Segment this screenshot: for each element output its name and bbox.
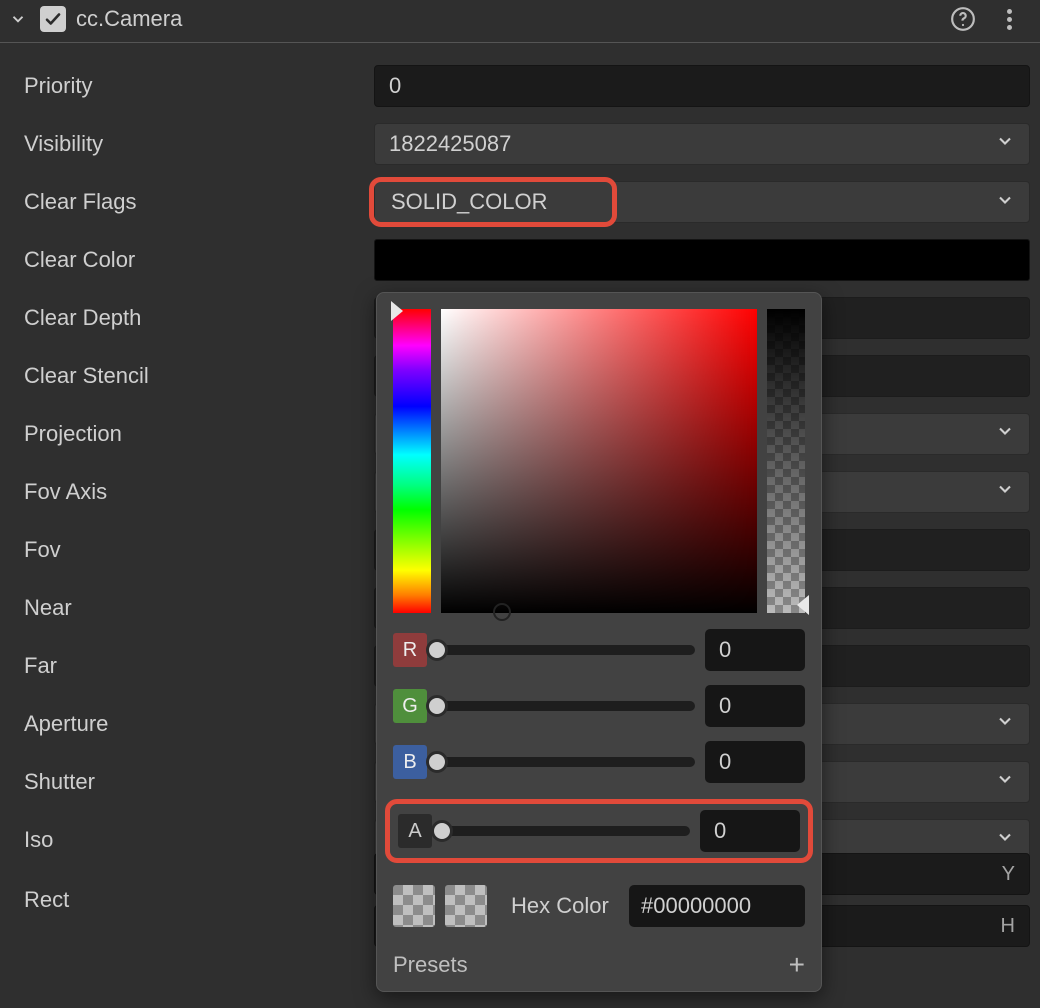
r-value-input[interactable]: 0 bbox=[705, 629, 805, 671]
a-slider[interactable] bbox=[442, 826, 690, 836]
g-slider[interactable] bbox=[437, 701, 695, 711]
priority-label: Priority bbox=[24, 73, 374, 99]
b-chip: B bbox=[393, 745, 427, 779]
visibility-dropdown[interactable]: 1822425087 bbox=[374, 123, 1030, 165]
chevron-down-icon bbox=[995, 479, 1015, 505]
chevron-down-icon bbox=[995, 190, 1015, 215]
shutter-label: Shutter bbox=[24, 769, 374, 795]
aperture-label: Aperture bbox=[24, 711, 374, 737]
collapse-chevron-icon[interactable] bbox=[6, 10, 30, 28]
more-menu-icon[interactable] bbox=[996, 6, 1022, 32]
visibility-value: 1822425087 bbox=[389, 131, 511, 157]
priority-input[interactable]: 0 bbox=[374, 65, 1030, 107]
presets-label: Presets bbox=[393, 952, 468, 978]
clearstencil-label: Clear Stencil bbox=[24, 363, 374, 389]
g-chip: G bbox=[393, 689, 427, 723]
far-label: Far bbox=[24, 653, 374, 679]
chevron-down-icon bbox=[995, 421, 1015, 447]
slider-thumb-icon bbox=[426, 751, 448, 773]
fovaxis-label: Fov Axis bbox=[24, 479, 374, 505]
clearflags-value: SOLID_COLOR bbox=[391, 189, 548, 215]
rect-label: Rect bbox=[24, 887, 374, 913]
cleardepth-label: Clear Depth bbox=[24, 305, 374, 331]
g-value: 0 bbox=[719, 693, 731, 719]
r-value: 0 bbox=[719, 637, 731, 663]
rect-h-suffix: H bbox=[1001, 915, 1015, 938]
add-preset-button[interactable]: + bbox=[789, 949, 805, 981]
rect-y-suffix: Y bbox=[1002, 863, 1015, 886]
chevron-down-icon bbox=[995, 131, 1015, 157]
b-slider[interactable] bbox=[437, 757, 695, 767]
r-slider[interactable] bbox=[437, 645, 695, 655]
chevron-down-icon bbox=[995, 711, 1015, 737]
current-color-swatch bbox=[393, 885, 435, 927]
alpha-pointer-icon bbox=[797, 595, 809, 615]
projection-label: Projection bbox=[24, 421, 374, 447]
r-chip: R bbox=[393, 633, 427, 667]
a-value: 0 bbox=[714, 818, 726, 844]
chevron-down-icon bbox=[995, 827, 1015, 853]
priority-value: 0 bbox=[389, 73, 401, 99]
b-value-input[interactable]: 0 bbox=[705, 741, 805, 783]
chevron-down-icon bbox=[995, 769, 1015, 795]
a-chip: A bbox=[398, 814, 432, 848]
visibility-label: Visibility bbox=[24, 131, 374, 157]
a-value-input[interactable]: 0 bbox=[700, 810, 800, 852]
b-value: 0 bbox=[719, 749, 731, 775]
alpha-highlight-box: A 0 bbox=[385, 799, 813, 863]
clearflags-dropdown[interactable]: SOLID_COLOR bbox=[374, 181, 1030, 223]
hue-strip[interactable] bbox=[393, 309, 431, 613]
clearflags-label: Clear Flags bbox=[24, 189, 374, 215]
help-icon[interactable] bbox=[950, 6, 976, 32]
previous-color-swatch bbox=[445, 885, 487, 927]
iso-label: Iso bbox=[24, 827, 374, 853]
clearcolor-swatch[interactable] bbox=[374, 239, 1030, 281]
hex-value: #00000000 bbox=[641, 893, 751, 919]
saturation-value-area[interactable] bbox=[441, 309, 757, 613]
clearcolor-label: Clear Color bbox=[24, 247, 374, 273]
alpha-strip[interactable] bbox=[767, 309, 805, 613]
slider-thumb-icon bbox=[426, 695, 448, 717]
near-label: Near bbox=[24, 595, 374, 621]
slider-thumb-icon bbox=[431, 820, 453, 842]
slider-thumb-icon bbox=[426, 639, 448, 661]
sv-cursor-icon bbox=[493, 603, 511, 621]
hex-label: Hex Color bbox=[511, 893, 609, 919]
g-value-input[interactable]: 0 bbox=[705, 685, 805, 727]
color-picker-panel: R 0 G 0 B 0 A 0 Hex Color #00000000 Pre bbox=[376, 292, 822, 992]
component-enabled-checkbox[interactable] bbox=[40, 6, 66, 32]
component-header: cc.Camera bbox=[0, 0, 1040, 43]
hex-input[interactable]: #00000000 bbox=[629, 885, 805, 927]
fov-label: Fov bbox=[24, 537, 374, 563]
component-title: cc.Camera bbox=[76, 6, 950, 32]
hue-pointer-icon bbox=[391, 301, 403, 321]
